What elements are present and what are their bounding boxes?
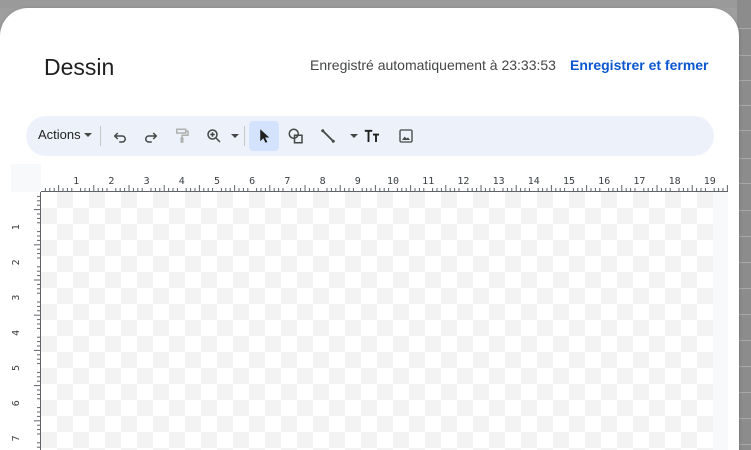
chevron-down-icon xyxy=(83,132,92,137)
image-icon xyxy=(399,129,413,143)
line-icon xyxy=(321,129,335,143)
drawing-dialog: Dessin Enregistré automatiquement à 23:3… xyxy=(0,8,739,450)
ruler-label: 6 xyxy=(11,400,22,406)
select-tool-button[interactable] xyxy=(249,121,279,151)
undo-button[interactable] xyxy=(106,122,134,150)
line-chevron-down-icon[interactable] xyxy=(350,134,358,138)
redo-icon xyxy=(145,132,158,143)
actions-menu-button[interactable]: Actions xyxy=(38,127,92,142)
ruler-label: 7 xyxy=(11,435,22,441)
zoom-icon xyxy=(207,129,221,143)
ruler-label: 4 xyxy=(11,330,22,336)
redo-button[interactable] xyxy=(137,122,165,150)
zoom-button[interactable] xyxy=(200,122,228,150)
drawing-canvas[interactable] xyxy=(41,192,713,450)
shape-icon xyxy=(288,128,303,144)
ruler-label: 9 xyxy=(355,176,361,187)
ruler-label: 2 xyxy=(108,176,114,187)
shape-tool-button[interactable] xyxy=(282,122,310,150)
paint-format-icon xyxy=(176,128,189,143)
ruler-label: 1 xyxy=(11,224,22,230)
drawing-canvas-area: 1 2 3 4 5 6 7 8 9 10 11 12 13 14 15 16 17 18 19 1234567 xyxy=(11,164,728,450)
ruler-label: 10 xyxy=(387,176,399,187)
background-document-edge xyxy=(737,0,751,450)
ruler-label: 13 xyxy=(493,176,505,187)
image-button[interactable] xyxy=(392,122,420,150)
drawing-toolbar: Actions xyxy=(26,116,714,156)
dialog-title: Dessin xyxy=(44,54,115,80)
ruler-label: 12 xyxy=(457,176,469,187)
ruler-label: 3 xyxy=(144,176,150,187)
autosave-status: Enregistré automatiquement à 23:33:53 xyxy=(310,57,556,73)
toolbar-divider xyxy=(100,126,101,146)
ruler-label: 16 xyxy=(598,176,610,187)
ruler-label: 2 xyxy=(11,259,22,265)
ruler-label: 14 xyxy=(528,176,540,187)
line-tool-button[interactable] xyxy=(314,122,342,150)
ruler-corner xyxy=(11,164,41,192)
undo-icon xyxy=(113,132,126,143)
zoom-chevron-down-icon[interactable] xyxy=(231,134,239,138)
ruler-label: 1 xyxy=(73,176,79,187)
select-cursor-icon xyxy=(260,129,270,143)
ruler-label: 4 xyxy=(179,176,185,187)
toolbar-divider xyxy=(244,126,245,146)
ruler-label: 17 xyxy=(633,176,645,187)
ruler-label: 8 xyxy=(320,176,326,187)
paint-format-button[interactable] xyxy=(168,122,196,150)
ruler-label: 19 xyxy=(704,176,716,187)
text-box-button[interactable] xyxy=(359,122,387,150)
background-top xyxy=(0,0,751,8)
ruler-label: 3 xyxy=(11,295,22,301)
ruler-label: 7 xyxy=(284,176,290,187)
actions-menu-label: Actions xyxy=(38,127,81,142)
ruler-label: 18 xyxy=(669,176,681,187)
vertical-ruler: 1 2 3 4 5 6 7 xyxy=(11,192,41,450)
horizontal-ruler: 1 2 3 4 5 6 7 8 9 10 11 12 13 14 15 16 17 18 19 xyxy=(41,164,728,192)
ruler-label: 15 xyxy=(563,176,575,187)
ruler-label: 5 xyxy=(11,365,22,371)
ruler-label: 6 xyxy=(249,176,255,187)
ruler-label: 5 xyxy=(214,176,220,187)
ruler-label: 11 xyxy=(422,176,434,187)
text-box-icon xyxy=(364,129,379,142)
save-and-close-button[interactable]: Enregistrer et fermer xyxy=(570,57,709,73)
